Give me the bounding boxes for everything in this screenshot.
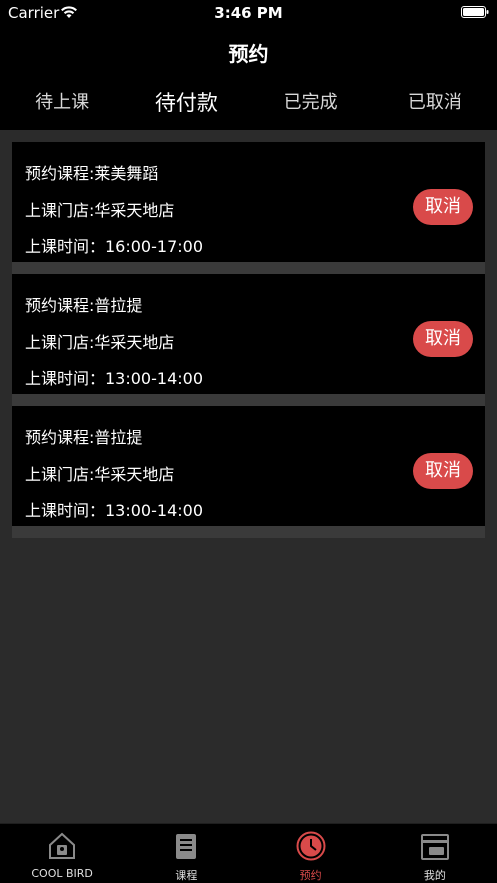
booking-course: 预约课程:普拉提 xyxy=(25,428,143,447)
tabbar-item-courses[interactable]: 课程 xyxy=(124,824,248,883)
navigation-bar: 预约 xyxy=(0,28,497,76)
tab-completed[interactable]: 已完成 xyxy=(249,76,373,130)
tabbar-label-courses: 课程 xyxy=(175,869,198,882)
card-icon xyxy=(420,834,449,860)
document-icon xyxy=(176,834,197,859)
tab-pending-class[interactable]: 待上课 xyxy=(0,76,124,130)
cancel-button[interactable]: 取消 xyxy=(413,453,473,489)
booking-card: 预约课程:普拉提 上课门店:华采天地店 上课时间：13:00-14:00 取消 xyxy=(12,406,485,526)
page-title: 预约 xyxy=(228,42,269,66)
booking-course: 预约课程:莱美舞蹈 xyxy=(25,164,159,183)
booking-list: 预约课程:莱美舞蹈 上课门店:华采天地店 上课时间：16:00-17:00 取消… xyxy=(12,142,485,538)
booking-time: 上课时间：16:00-17:00 xyxy=(25,237,203,256)
booking-card: 预约课程:莱美舞蹈 上课门店:华采天地店 上课时间：16:00-17:00 取消 xyxy=(12,142,485,262)
booking-time: 上课时间：13:00-14:00 xyxy=(25,369,203,388)
battery-icon xyxy=(461,6,489,18)
booking-store: 上课门店:华采天地店 xyxy=(25,465,175,484)
status-bar: Carrier 3:46 PM xyxy=(0,0,497,28)
app-screen: Carrier 3:46 PM 预约 待上课 待付款 已完成 已取消 预约课程:… xyxy=(0,0,497,883)
booking-store: 上课门店:华采天地店 xyxy=(25,333,175,352)
clock-icon xyxy=(296,831,326,861)
tab-pending-payment[interactable]: 待付款 xyxy=(124,76,248,130)
booking-course: 预约课程:普拉提 xyxy=(25,296,143,315)
tabbar-label-profile: 我的 xyxy=(423,869,446,882)
tabbar-label-home: COOL BIRD xyxy=(31,867,93,880)
booking-time: 上课时间：13:00-14:00 xyxy=(25,501,203,520)
booking-status-tabs: 待上课 待付款 已完成 已取消 xyxy=(0,76,497,130)
booking-card: 预约课程:普拉提 上课门店:华采天地店 上课时间：13:00-14:00 取消 xyxy=(12,274,485,394)
bottom-tab-bar: COOL BIRD 课程 预约 我的 xyxy=(0,823,497,883)
cancel-button[interactable]: 取消 xyxy=(413,321,473,357)
tabbar-label-bookings: 预约 xyxy=(299,869,322,882)
cancel-button[interactable]: 取消 xyxy=(413,189,473,225)
status-time: 3:46 PM xyxy=(214,4,283,22)
tab-cancelled[interactable]: 已取消 xyxy=(373,76,497,130)
tabbar-item-home[interactable]: COOL BIRD xyxy=(0,824,124,883)
home-icon xyxy=(49,832,76,859)
booking-store: 上课门店:华采天地店 xyxy=(25,201,175,220)
tabbar-item-bookings[interactable]: 预约 xyxy=(249,824,373,883)
tabbar-item-profile[interactable]: 我的 xyxy=(373,824,497,883)
